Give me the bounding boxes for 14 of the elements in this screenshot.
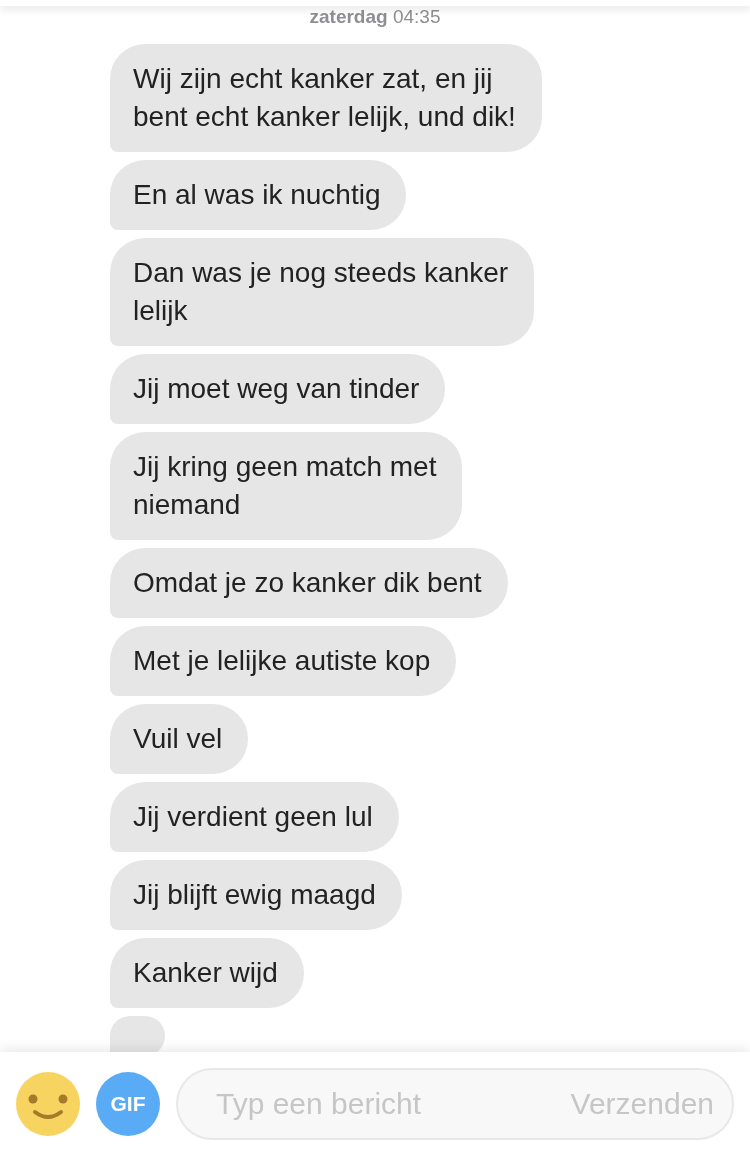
message-text: Kanker wijd — [133, 956, 278, 990]
message-text: Dan was je nog steeds kanker lelijk — [133, 256, 509, 328]
message-text: Jij blijft ewig maagd — [133, 878, 376, 912]
timestamp: zaterdag 04:35 — [309, 6, 441, 28]
message-text: Met je lelijke autiste kop — [133, 644, 431, 678]
smiley-icon[interactable] — [16, 1072, 80, 1136]
message-text: Omdat je zo kanker dik bent — [133, 566, 482, 600]
message-text: Jij verdient geen lul — [133, 800, 373, 834]
gif-button[interactable]: GIF — [96, 1072, 160, 1136]
message-text: Wij zijn echt kanker zat, en jij bent echt kanker lelijk, und dik! — [133, 62, 516, 134]
message-text: En al was ik nuchtig — [133, 178, 381, 212]
message-text: Jij kring geen match met niemand — [133, 450, 437, 522]
message-text: Vuil vel — [133, 722, 223, 756]
message-text: Jij moet weg van tinder — [133, 372, 420, 406]
